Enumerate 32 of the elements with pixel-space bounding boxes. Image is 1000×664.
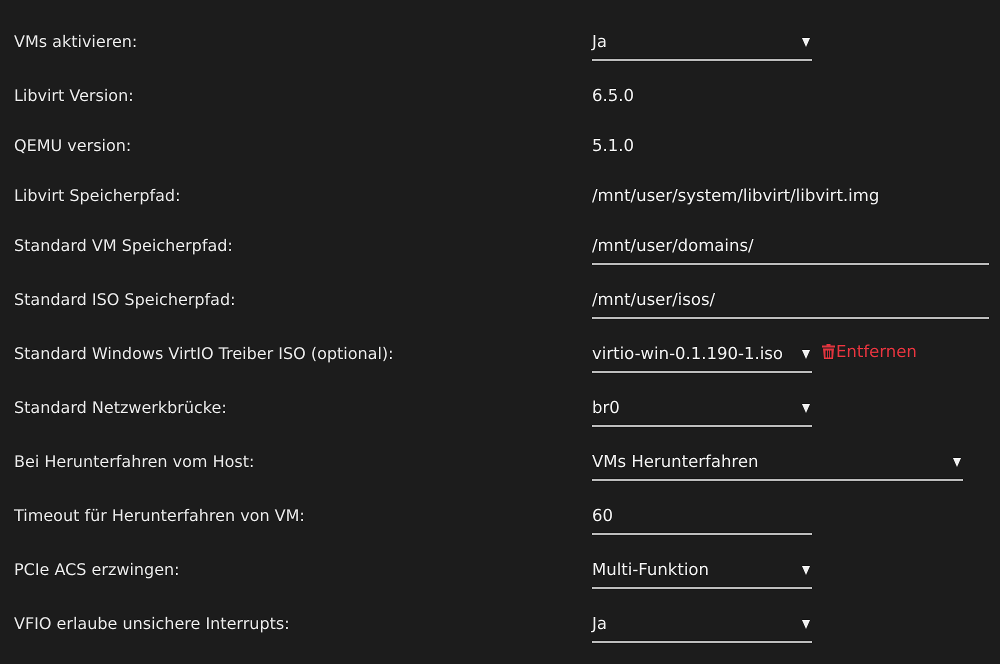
caret-down-icon [802,38,810,46]
dropdown[interactable]: Ja [592,608,812,643]
setting-label: PCIe ACS erzwingen: [14,560,181,580]
setting-label: Standard VM Speicherpfad: [14,236,234,256]
setting-label: Standard ISO Speicherpfad: [14,290,237,310]
setting-label: Standard Netzwerkbrücke: [14,398,228,418]
caret-down-icon [953,458,961,466]
input-field[interactable]: /mnt/user/domains/ [592,230,989,265]
setting-value: /mnt/user/system/libvirt/libvirt.img [592,185,880,206]
remove-link[interactable]: Entfernen [822,342,917,362]
setting-label: Timeout für Herunterfahren von VM: [14,506,306,526]
input-field[interactable]: /mnt/user/isos/ [592,284,989,319]
dropdown[interactable]: VMs Herunterfahren [592,446,963,481]
setting-label: Standard Windows VirtIO Treiber ISO (optional): [14,344,395,364]
caret-down-icon [802,620,810,628]
setting-label: VFIO erlaube unsichere Interrupts: [14,614,291,634]
setting-label: VMs aktivieren: [14,32,138,52]
trash-icon [822,344,835,359]
dropdown[interactable]: br0 [592,392,812,427]
setting-label: Libvirt Speicherpfad: [14,186,182,206]
setting-label: QEMU version: [14,136,132,156]
setting-value: 5.1.0 [592,135,634,156]
caret-down-icon [802,566,810,574]
dropdown[interactable]: virtio-win-0.1.190-1.iso [592,338,812,373]
setting-value: 6.5.0 [592,85,634,106]
setting-label: Libvirt Version: [14,86,135,106]
caret-down-icon [802,350,810,358]
setting-label: Bei Herunterfahren vom Host: [14,452,256,472]
caret-down-icon [802,404,810,412]
dropdown[interactable]: Multi-Funktion [592,554,812,589]
input-field[interactable]: 60 [592,500,812,535]
dropdown[interactable]: Ja [592,26,812,61]
